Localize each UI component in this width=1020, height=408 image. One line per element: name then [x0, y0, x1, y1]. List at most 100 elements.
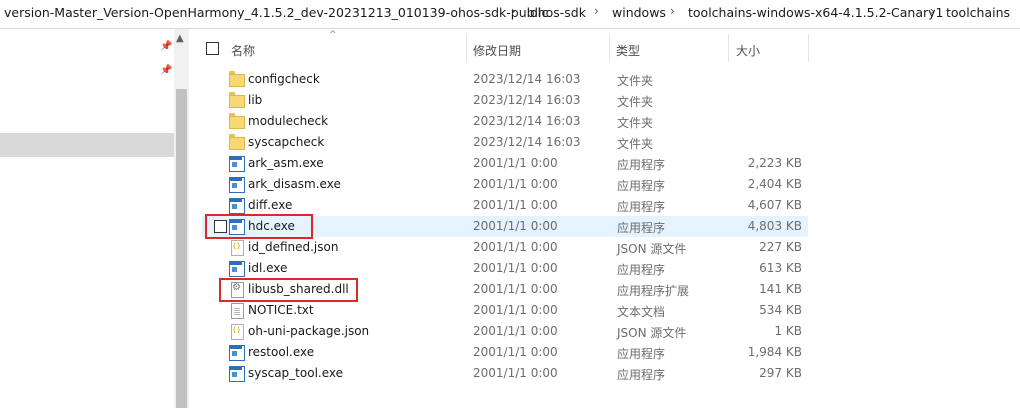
file-name: modulecheck: [248, 114, 329, 128]
exe-icon: [229, 345, 245, 361]
exe-icon: [229, 177, 245, 193]
file-name: diff.exe: [248, 198, 293, 212]
file-name: ark_disasm.exe: [248, 177, 341, 191]
column-header-label: 名称: [231, 44, 256, 58]
file-date: 2001/1/1 0:00: [473, 303, 558, 317]
file-type: 文件夹: [617, 116, 654, 130]
file-type: JSON 源文件: [617, 326, 687, 340]
file-row[interactable]: idl.exe 2001/1/1 0:00 应用程序 613 KB: [202, 258, 808, 279]
breadcrumb-item[interactable]: toolchains: [946, 5, 1010, 20]
file-size: 2,223 KB: [747, 156, 802, 170]
file-date: 2001/1/1 0:00: [473, 240, 558, 254]
file-date: 2001/1/1 0:00: [473, 156, 558, 170]
file-row[interactable]: configcheck 2023/12/14 16:03 文件夹: [202, 69, 808, 90]
file-row[interactable]: ark_disasm.exe 2001/1/1 0:00 应用程序 2,404 …: [202, 174, 808, 195]
highlight-box-libusb: [219, 278, 358, 302]
breadcrumb-item[interactable]: toolchains-windows-x64-4.1.5.2-Canary1: [688, 5, 944, 20]
file-size: 297 KB: [759, 366, 802, 380]
file-size: 2,404 KB: [747, 177, 802, 191]
file-size: 227 KB: [759, 240, 802, 254]
file-type: 文本文档: [617, 305, 666, 319]
file-type: 应用程序: [617, 158, 666, 172]
file-row[interactable]: restool.exe 2001/1/1 0:00 应用程序 1,984 KB: [202, 342, 808, 363]
file-size: 1 KB: [774, 324, 802, 338]
select-all-checkbox[interactable]: [206, 42, 219, 55]
folder-icon: [229, 71, 245, 87]
file-type: 应用程序: [617, 347, 666, 361]
column-header-date[interactable]: 修改日期: [473, 34, 609, 64]
file-type: 应用程序: [617, 221, 666, 235]
nav-selected-item[interactable]: [0, 133, 174, 157]
file-type: 应用程序: [617, 179, 666, 193]
file-size: 141 KB: [759, 282, 802, 296]
file-type: 应用程序: [617, 368, 666, 382]
file-date: 2001/1/1 0:00: [473, 177, 558, 191]
file-size: 534 KB: [759, 303, 802, 317]
file-date: 2001/1/1 0:00: [473, 282, 558, 296]
breadcrumb-item[interactable]: version-Master_Version-OpenHarmony_4.1.5…: [4, 5, 548, 20]
file-date: 2001/1/1 0:00: [473, 345, 558, 359]
column-header-label: 大小: [736, 44, 761, 58]
file-type: 应用程序扩展: [617, 284, 690, 298]
column-header-size[interactable]: 大小: [736, 34, 808, 64]
breadcrumb-separator-icon[interactable]: ›: [594, 4, 599, 18]
file-date: 2023/12/14 16:03: [473, 135, 581, 149]
file-date: 2023/12/14 16:03: [473, 72, 581, 86]
file-size: 4,803 KB: [747, 219, 802, 233]
scrollbar-thumb[interactable]: [176, 89, 187, 408]
file-type: 应用程序: [617, 200, 666, 214]
folder-icon: [229, 113, 245, 129]
file-row[interactable]: lib 2023/12/14 16:03 文件夹: [202, 90, 808, 111]
nav-scrollbar[interactable]: ▲: [174, 29, 189, 408]
file-name: restool.exe: [248, 345, 315, 359]
file-date: 2001/1/1 0:00: [473, 324, 558, 338]
navigation-pane[interactable]: 📌 📌: [0, 29, 174, 408]
file-size: 613 KB: [759, 261, 802, 275]
file-name: syscapcheck: [248, 135, 325, 149]
breadcrumb-separator-icon[interactable]: ›: [930, 4, 935, 18]
file-name: oh-uni-package.json: [248, 324, 370, 338]
pin-icon[interactable]: 📌: [160, 41, 172, 53]
file-type: JSON 源文件: [617, 242, 687, 256]
file-type: 应用程序: [617, 263, 666, 277]
column-divider[interactable]: [808, 34, 809, 62]
breadcrumb-separator-icon[interactable]: ›: [670, 4, 675, 18]
exe-icon: [229, 366, 245, 382]
column-header-type[interactable]: 类型: [616, 34, 728, 64]
folder-icon: [229, 92, 245, 108]
file-type: 文件夹: [617, 95, 654, 109]
file-row[interactable]: modulecheck 2023/12/14 16:03 文件夹: [202, 111, 808, 132]
exe-icon: [229, 198, 245, 214]
column-header-name[interactable]: 名称: [231, 34, 466, 64]
file-row[interactable]: ark_asm.exe 2001/1/1 0:00 应用程序 2,223 KB: [202, 153, 808, 174]
column-divider[interactable]: [728, 34, 729, 62]
file-row[interactable]: syscapcheck 2023/12/14 16:03 文件夹: [202, 132, 808, 153]
file-row[interactable]: syscap_tool.exe 2001/1/1 0:00 应用程序 297 K…: [202, 363, 808, 384]
address-bar[interactable]: version-Master_Version-OpenHarmony_4.1.5…: [0, 0, 1020, 29]
folder-icon: [229, 134, 245, 150]
file-date: 2001/1/1 0:00: [473, 366, 558, 380]
text-file-icon: [231, 303, 244, 319]
file-type: 文件夹: [617, 74, 654, 88]
file-row[interactable]: oh-uni-package.json 2001/1/1 0:00 JSON 源…: [202, 321, 808, 342]
pin-icon[interactable]: 📌: [160, 65, 172, 77]
file-date: 2001/1/1 0:00: [473, 261, 558, 275]
file-name: configcheck: [248, 72, 320, 86]
scroll-up-icon[interactable]: ▲: [176, 33, 184, 44]
file-name: NOTICE.txt: [248, 303, 314, 317]
breadcrumb-separator-icon[interactable]: ›: [511, 4, 516, 18]
file-date: 2023/12/14 16:03: [473, 114, 581, 128]
breadcrumb-item[interactable]: windows: [612, 5, 666, 20]
column-divider[interactable]: [609, 34, 610, 62]
column-header-label: 修改日期: [473, 44, 522, 58]
file-row[interactable]: diff.exe 2001/1/1 0:00 应用程序 4,607 KB: [202, 195, 808, 216]
column-divider[interactable]: [466, 34, 467, 62]
file-size: 1,984 KB: [747, 345, 802, 359]
file-name: ark_asm.exe: [248, 156, 324, 170]
highlight-box-hdc: [205, 214, 313, 239]
breadcrumb-item[interactable]: ohos-sdk: [530, 5, 586, 20]
file-row[interactable]: id_defined.json 2001/1/1 0:00 JSON 源文件 2…: [202, 237, 808, 258]
file-name: lib: [248, 93, 263, 107]
json-file-icon: [231, 324, 244, 340]
file-row[interactable]: NOTICE.txt 2001/1/1 0:00 文本文档 534 KB: [202, 300, 808, 321]
